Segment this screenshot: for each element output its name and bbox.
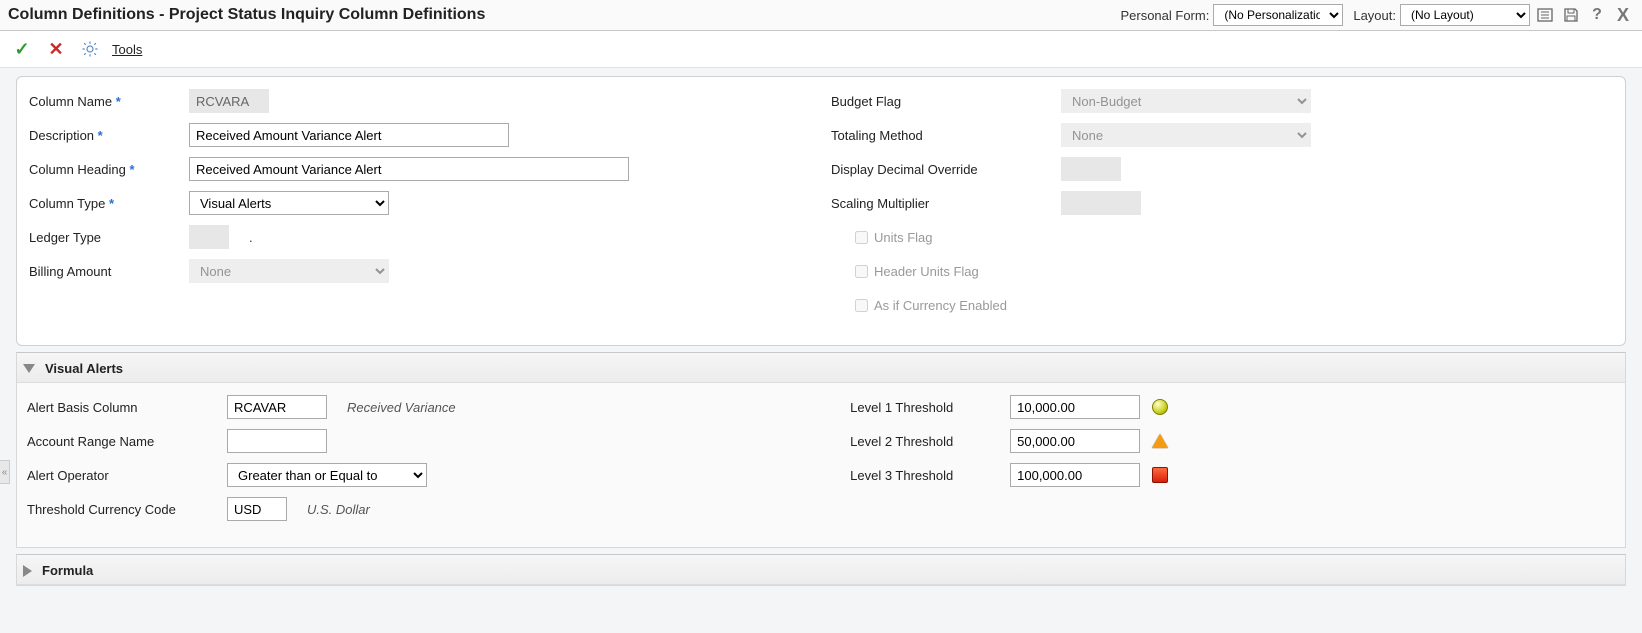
formula-title: Formula — [42, 563, 93, 578]
level2-alert-icon — [1152, 434, 1168, 448]
title-bar: Column Definitions - Project Status Inqu… — [0, 0, 1642, 31]
visual-alerts-header[interactable]: Visual Alerts — [17, 353, 1625, 383]
threshold-currency-field[interactable] — [227, 497, 287, 521]
scaling-multiplier-label: Scaling Multiplier — [831, 196, 991, 211]
collapse-icon[interactable] — [23, 364, 35, 373]
level3-label: Level 3 Threshold — [850, 468, 1010, 483]
scaling-multiplier-field — [1061, 191, 1141, 215]
visual-alerts-title: Visual Alerts — [45, 361, 123, 376]
alert-basis-label: Alert Basis Column — [27, 400, 227, 415]
expand-icon[interactable] — [23, 565, 32, 577]
alert-operator-select[interactable]: Greater than or Equal to — [227, 463, 427, 487]
page-title: Column Definitions - Project Status Inqu… — [8, 6, 485, 24]
tools-icon[interactable] — [78, 37, 102, 61]
column-name-field — [189, 89, 269, 113]
ledger-type-field — [189, 225, 229, 249]
account-range-field[interactable] — [227, 429, 327, 453]
billing-amount-select: None — [189, 259, 389, 283]
action-toolbar: ✓ ✕ Tools — [0, 31, 1642, 68]
save-icon[interactable] — [1560, 4, 1582, 26]
billing-amount-label: Billing Amount — [29, 264, 189, 279]
visual-alerts-section: Visual Alerts Alert Basis Column Receive… — [16, 352, 1626, 548]
level1-alert-icon — [1152, 399, 1168, 415]
account-range-label: Account Range Name — [27, 434, 227, 449]
page-action-icon-1[interactable] — [1534, 4, 1556, 26]
display-decimal-label: Display Decimal Override — [831, 162, 991, 177]
totaling-method-select: None — [1061, 123, 1311, 147]
tools-menu[interactable]: Tools — [112, 42, 142, 57]
form-right-column: Budget Flag Non-Budget Totaling Method N… — [831, 89, 1613, 327]
close-icon[interactable]: X — [1612, 4, 1634, 26]
personal-form-label: Personal Form: — [1120, 8, 1209, 23]
column-heading-label: Column Heading — [29, 162, 189, 177]
header-units-flag-checkbox: Header Units Flag — [851, 262, 979, 281]
personal-form-select[interactable]: (No Personalization) — [1213, 4, 1343, 26]
help-icon[interactable]: ? — [1586, 4, 1608, 26]
level3-alert-icon — [1152, 467, 1168, 483]
units-flag-checkbox: Units Flag — [851, 228, 933, 247]
column-heading-field[interactable] — [189, 157, 629, 181]
alert-operator-label: Alert Operator — [27, 468, 227, 483]
asif-currency-checkbox: As if Currency Enabled — [851, 296, 1007, 315]
level2-label: Level 2 Threshold — [850, 434, 1010, 449]
side-expand-handle[interactable]: « — [0, 460, 10, 484]
column-type-label: Column Type — [29, 196, 189, 211]
ok-button[interactable]: ✓ — [10, 37, 34, 61]
column-name-label: Column Name — [29, 94, 189, 109]
display-decimal-field — [1061, 157, 1121, 181]
formula-section: Formula — [16, 554, 1626, 586]
alert-basis-field[interactable] — [227, 395, 327, 419]
threshold-currency-label: Threshold Currency Code — [27, 502, 227, 517]
level2-field[interactable] — [1010, 429, 1140, 453]
level1-field[interactable] — [1010, 395, 1140, 419]
level1-label: Level 1 Threshold — [850, 400, 1010, 415]
main-form-panel: Column Name Description Column Heading C… — [16, 76, 1626, 346]
ledger-type-label: Ledger Type — [29, 230, 189, 245]
budget-flag-select: Non-Budget — [1061, 89, 1311, 113]
alert-basis-desc: Received Variance — [347, 400, 456, 415]
layout-label: Layout: — [1353, 8, 1396, 23]
budget-flag-label: Budget Flag — [831, 94, 991, 109]
column-type-select[interactable]: Visual Alerts — [189, 191, 389, 215]
layout-select[interactable]: (No Layout) — [1400, 4, 1530, 26]
formula-header[interactable]: Formula — [17, 555, 1625, 585]
description-label: Description — [29, 128, 189, 143]
level3-field[interactable] — [1010, 463, 1140, 487]
form-left-column: Column Name Description Column Heading C… — [29, 89, 811, 327]
description-field[interactable] — [189, 123, 509, 147]
totaling-method-label: Totaling Method — [831, 128, 991, 143]
threshold-currency-desc: U.S. Dollar — [307, 502, 370, 517]
cancel-button[interactable]: ✕ — [44, 37, 68, 61]
ledger-type-text: . — [249, 230, 253, 245]
